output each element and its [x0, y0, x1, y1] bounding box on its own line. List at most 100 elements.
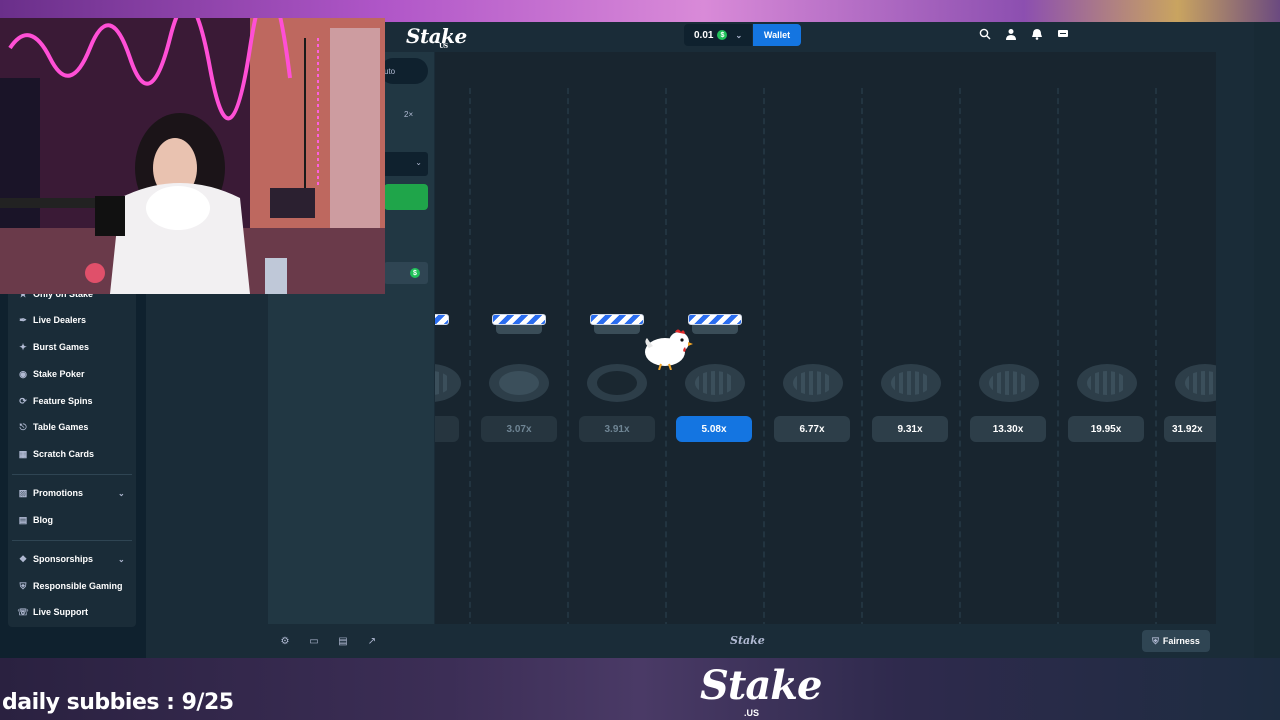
sidebar-item-live-dealers[interactable]: ✒ Live Dealers — [18, 314, 87, 326]
notification-bell-icon[interactable] — [1030, 27, 1044, 41]
multiplier-tile: 3.07x — [481, 416, 557, 442]
sidebar-item-promotions[interactable]: ▨ Promotions ⌄ — [18, 487, 125, 499]
lane-divider — [959, 88, 961, 624]
barrier — [590, 314, 644, 325]
auto-tab-label: uto — [384, 66, 396, 76]
multiplier-tile — [435, 416, 459, 442]
blog-icon: ▤ — [18, 514, 28, 525]
footer-logo: Stake — [730, 634, 765, 647]
webcam-scene — [0, 18, 385, 294]
sidebar-item-blog[interactable]: ▤ Blog — [18, 514, 53, 526]
stake-brand-logo: Stake — [700, 662, 822, 709]
multiplier-tile[interactable]: 6.77x — [774, 416, 850, 442]
gift-icon: ▨ — [18, 487, 28, 498]
manhole-cover — [489, 364, 549, 402]
multiplier-tile-active[interactable]: 5.08x — [676, 416, 752, 442]
barrier-base — [692, 325, 738, 334]
bet-button[interactable] — [384, 184, 428, 210]
lane-divider — [469, 88, 471, 624]
sidebar-item-label: Table Games — [33, 422, 89, 432]
lane-divider — [1155, 88, 1157, 624]
balance-selector[interactable]: 0.01 $ ⌄ — [684, 24, 752, 46]
sidebar-divider — [12, 474, 132, 475]
theatre-mode-icon[interactable]: ▭ — [307, 634, 321, 648]
manhole-cover[interactable] — [881, 364, 941, 402]
sidebar-item-label: Stake Poker — [33, 369, 85, 379]
lane-divider — [1057, 88, 1059, 624]
auto-tab[interactable]: uto — [380, 58, 428, 84]
manhole-cover[interactable] — [685, 364, 745, 402]
currency-coin-icon: $ — [717, 30, 728, 40]
stats-icon[interactable]: ▤ — [336, 634, 350, 648]
chevron-down-icon: ⌄ — [735, 30, 743, 40]
sidebar-item-label: Live Dealers — [33, 315, 87, 325]
manhole-cover[interactable] — [979, 364, 1039, 402]
sidebar-item-label: Burst Games — [33, 342, 90, 352]
game-footer-icons: ⚙ ▭ ▤ ↗ — [278, 634, 379, 648]
chevron-down-icon: ⌄ — [118, 554, 125, 564]
sidebar-item-scratch-cards[interactable]: ▦ Scratch Cards — [18, 448, 95, 460]
fairness-label: Fairness — [1162, 636, 1200, 646]
sidebar-item-label: Live Support — [33, 607, 89, 617]
search-icon[interactable] — [978, 27, 992, 41]
webcam-overlay — [0, 18, 385, 294]
wallet-button[interactable]: Wallet — [753, 24, 801, 46]
balance-value: 0.01 — [694, 29, 714, 41]
daily-subs-counter: daily subbies : 9/25 — [2, 690, 234, 715]
double-bet-button[interactable]: 2× — [404, 110, 413, 119]
barrier — [492, 314, 546, 325]
spins-icon: ⟳ — [19, 395, 27, 406]
currency-coin-icon: $ — [410, 268, 420, 278]
stake-brand-sub: .US — [744, 708, 760, 718]
stake-logo[interactable]: Stake US — [406, 24, 467, 50]
barrier — [688, 314, 742, 325]
chicken-icon — [645, 329, 693, 370]
sidebar-item-label: Blog — [33, 515, 53, 525]
sidebar-item-stake-poker[interactable]: ◉ Stake Poker — [18, 368, 85, 380]
barrier-base — [496, 325, 542, 334]
live-icon: ✒ — [19, 314, 27, 325]
logo-text: Stake — [406, 24, 467, 48]
sidebar-item-burst-games[interactable]: ✦ Burst Games — [18, 341, 90, 353]
manhole-cover[interactable] — [1077, 364, 1137, 402]
manhole-cover[interactable] — [1175, 364, 1216, 402]
chicken-road-game[interactable]: 3.07x 3.91x 5.08x 6.77x 9.31x 13.30x 19.… — [435, 52, 1216, 624]
sidebar-item-table-games[interactable]: ⎋ Table Games — [18, 422, 89, 433]
lane-divider — [861, 88, 863, 624]
popout-icon[interactable]: ↗ — [365, 634, 379, 648]
settings-icon[interactable]: ⚙ — [278, 634, 292, 648]
lane-divider — [763, 88, 765, 624]
multiplier-tile[interactable]: 31.92x — [1164, 416, 1216, 442]
burst-icon: ✦ — [19, 341, 27, 352]
poker-icon: ◉ — [19, 368, 27, 379]
multiplier-tile: 3.91x — [579, 416, 655, 442]
user-icon[interactable] — [1004, 27, 1018, 41]
headset-icon: ☏ — [17, 606, 29, 617]
sidebar-item-label: Responsible Gaming — [33, 581, 123, 591]
sidebar-item-label: Sponsorships — [33, 554, 94, 564]
multiplier-tile[interactable]: 9.31x — [872, 416, 948, 442]
barrier-base — [594, 325, 640, 334]
sidebar-item-responsible-gaming[interactable]: ⛨ Responsible Gaming — [18, 580, 123, 592]
shield-icon: ⛨ — [19, 580, 27, 591]
chevron-down-icon: ⌄ — [415, 158, 422, 167]
fairness-button[interactable]: ⛨ Fairness — [1142, 630, 1210, 652]
sidebar-item-feature-spins[interactable]: ⟳ Feature Spins — [18, 395, 93, 407]
sidebar-item-live-support[interactable]: ☏ Live Support — [17, 606, 89, 618]
multiplier-tile[interactable]: 13.30x — [970, 416, 1046, 442]
sidebar-item-label: Promotions — [33, 488, 84, 498]
sidebar-item-label: Scratch Cards — [33, 449, 95, 459]
difficulty-dropdown[interactable]: ⌄ — [380, 152, 428, 176]
stream-overlay-right — [1254, 22, 1280, 658]
grid-icon: ▦ — [18, 448, 28, 459]
lane-divider — [567, 88, 569, 624]
multiplier-tile[interactable]: 19.95x — [1068, 416, 1144, 442]
sidebar-item-label: Feature Spins — [33, 396, 93, 406]
manhole-cover[interactable] — [783, 364, 843, 402]
chat-icon[interactable] — [1056, 27, 1070, 41]
chevron-down-icon: ⌄ — [118, 488, 125, 498]
shield-check-icon: ⛨ — [1152, 635, 1159, 646]
sidebar-item-sponsorships[interactable]: ❖ Sponsorships ⌄ — [18, 554, 125, 565]
sidebar-divider — [12, 540, 132, 541]
manhole-open — [587, 364, 647, 402]
